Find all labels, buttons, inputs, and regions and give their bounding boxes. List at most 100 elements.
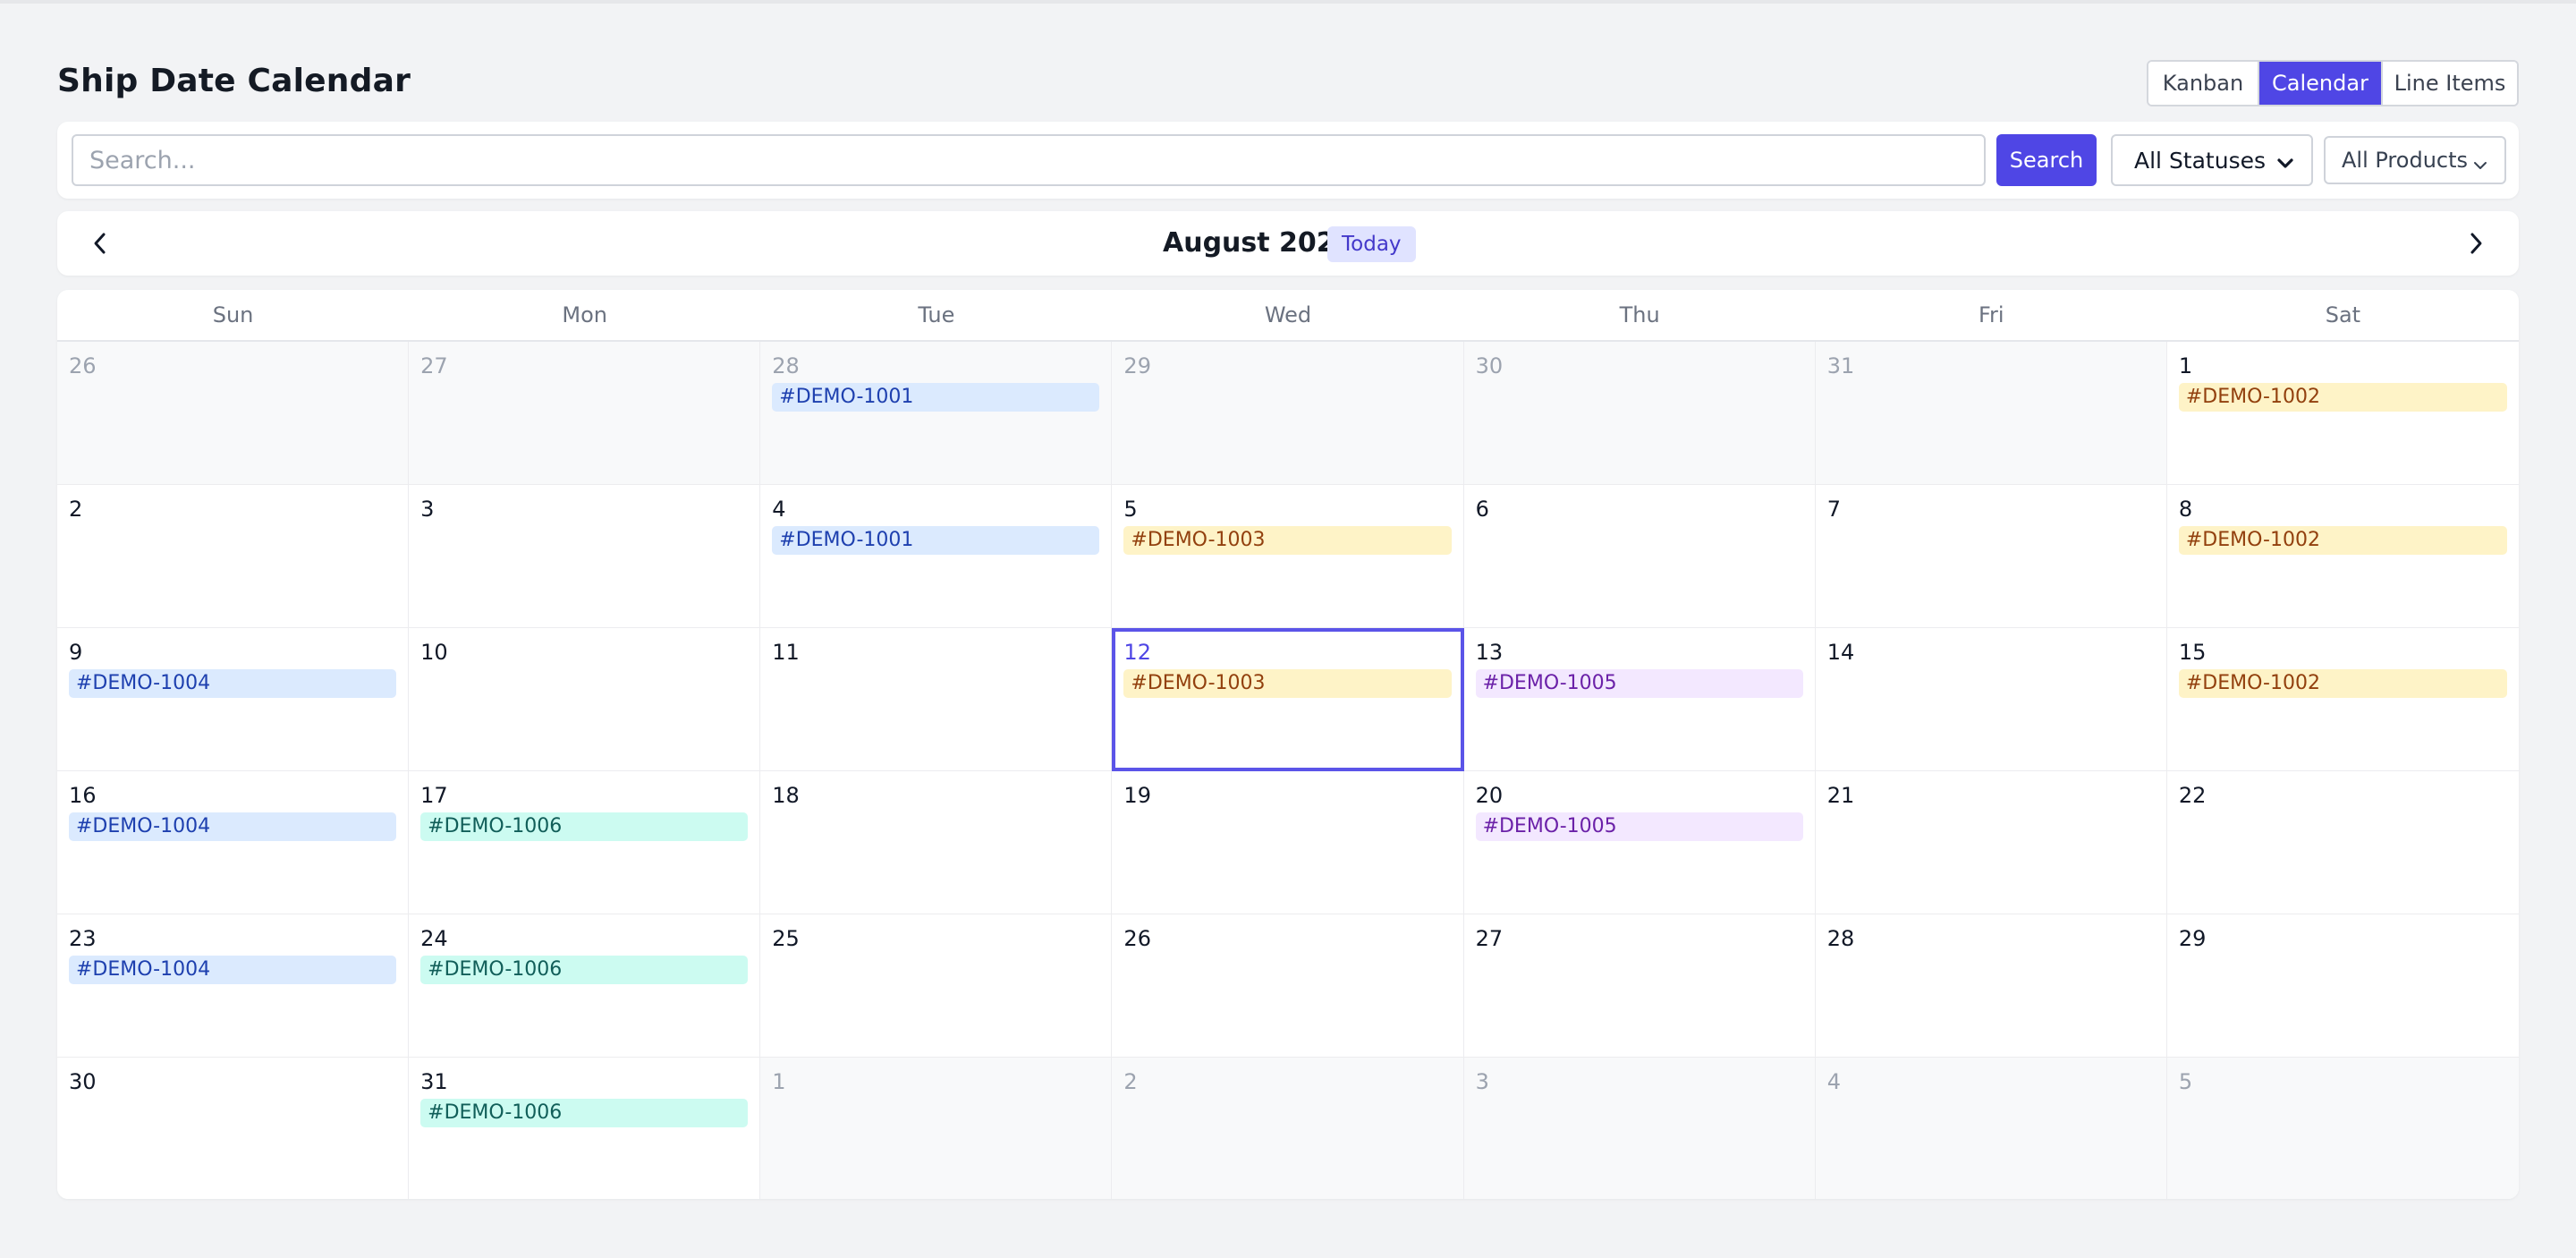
- day-cell[interactable]: 20 #DEMO-1005: [1463, 771, 1816, 914]
- status-filter-value: All Statuses: [2134, 147, 2267, 174]
- day-cell[interactable]: 27: [1463, 914, 1816, 1058]
- weekday-label: Tue: [918, 302, 955, 327]
- weekday-label: Sun: [212, 302, 254, 327]
- day-number: 13: [1475, 640, 1504, 665]
- day-cell[interactable]: 31 #DEMO-1006: [409, 1058, 761, 1199]
- day-cell[interactable]: 21: [1815, 771, 2167, 914]
- day-number: 26: [69, 353, 97, 378]
- day-number: 29: [1123, 353, 1151, 378]
- calendar-grid: Sun Mon Tue Wed Thu Fri Sat 26 27 28 #DEMO-…: [57, 290, 2519, 1199]
- day-cell[interactable]: 28 #DEMO-1001: [760, 342, 1113, 485]
- product-filter-value: All Products: [2342, 148, 2469, 173]
- day-cell[interactable]: 29: [2166, 914, 2519, 1058]
- day-cell[interactable]: 11: [760, 628, 1113, 771]
- day-number: 3: [1475, 1069, 1489, 1094]
- day-cell[interactable]: 16 #DEMO-1004: [57, 771, 410, 914]
- day-number: 12: [1123, 640, 1151, 665]
- day-cell[interactable]: 30: [1463, 342, 1816, 485]
- shipment-event[interactable]: #DEMO-1003: [1123, 669, 1452, 698]
- day-cell[interactable]: 9 #DEMO-1004: [57, 628, 410, 771]
- day-cell[interactable]: 26: [1112, 914, 1464, 1058]
- day-cell[interactable]: 29: [1112, 342, 1464, 485]
- weekday-label: Thu: [1619, 302, 1660, 327]
- day-cell[interactable]: 3: [409, 485, 761, 628]
- weekday-label: Mon: [562, 302, 608, 327]
- shipment-event[interactable]: #DEMO-1004: [69, 669, 397, 698]
- day-cell[interactable]: 7: [1815, 485, 2167, 628]
- day-cell[interactable]: 17 #DEMO-1006: [409, 771, 761, 914]
- day-number: 15: [2178, 640, 2207, 665]
- day-number: 20: [1475, 783, 1504, 808]
- day-number: 2: [69, 497, 83, 522]
- day-cell[interactable]: 23 #DEMO-1004: [57, 914, 410, 1058]
- day-cell-selected[interactable]: 12 #DEMO-1003: [1112, 628, 1464, 771]
- weekday-header: Sun Mon Tue Wed Thu Fri Sat: [57, 290, 2519, 342]
- day-cell[interactable]: 3: [1463, 1058, 1816, 1199]
- chevron-down-icon: [2275, 152, 2295, 178]
- previous-month-button[interactable]: [88, 231, 113, 256]
- line-items-view-button[interactable]: Line Items: [2383, 62, 2517, 105]
- page-title: Ship Date Calendar: [57, 63, 411, 99]
- day-cell[interactable]: 22: [2166, 771, 2519, 914]
- day-cell[interactable]: 1: [760, 1058, 1113, 1199]
- day-number: 16: [69, 783, 97, 808]
- day-cell[interactable]: 27: [409, 342, 761, 485]
- day-cell[interactable]: 26: [57, 342, 410, 485]
- day-cell[interactable]: 18: [760, 771, 1113, 914]
- day-cell[interactable]: 8 #DEMO-1002: [2166, 485, 2519, 628]
- day-number: 14: [1826, 640, 1855, 665]
- shipment-event[interactable]: #DEMO-1002: [2178, 383, 2507, 412]
- day-number: 1: [2178, 353, 2193, 378]
- month-navigation: August 2026 Today: [57, 211, 2519, 276]
- chevron-right-icon: [2470, 233, 2482, 254]
- day-cell[interactable]: 14: [1815, 628, 2167, 771]
- search-input[interactable]: [72, 134, 1986, 186]
- day-number: 27: [1475, 926, 1504, 951]
- shipment-event[interactable]: #DEMO-1006: [420, 1099, 749, 1127]
- day-cell[interactable]: 2: [57, 485, 410, 628]
- kanban-view-button[interactable]: Kanban: [2148, 62, 2259, 105]
- status-filter-select[interactable]: All Statuses: [2111, 134, 2313, 186]
- day-grid: 26 27 28 #DEMO-1001 29 30 31 1 #DEMO-1002 2 3 4 #DEM…: [57, 342, 2519, 1199]
- day-cell[interactable]: 5 #DEMO-1003: [1112, 485, 1464, 628]
- weekday-label: Wed: [1264, 302, 1312, 327]
- day-cell[interactable]: 15 #DEMO-1002: [2166, 628, 2519, 771]
- day-number: 1: [772, 1069, 786, 1094]
- day-cell[interactable]: 2: [1112, 1058, 1464, 1199]
- shipment-event[interactable]: #DEMO-1001: [772, 383, 1100, 412]
- search-button[interactable]: Search: [1996, 134, 2097, 186]
- shipment-event[interactable]: #DEMO-1005: [1475, 812, 1803, 841]
- page-header: Ship Date Calendar Kanban Calendar Line …: [57, 57, 2519, 109]
- day-cell[interactable]: 28: [1815, 914, 2167, 1058]
- day-cell[interactable]: 1 #DEMO-1002: [2166, 342, 2519, 485]
- chevron-left-icon: [94, 233, 106, 254]
- day-cell[interactable]: 24 #DEMO-1006: [409, 914, 761, 1058]
- filter-bar: Search All Statuses All Products: [57, 122, 2519, 199]
- shipment-event[interactable]: #DEMO-1002: [2178, 526, 2507, 555]
- calendar-view-button[interactable]: Calendar: [2259, 62, 2383, 105]
- next-month-button[interactable]: [2463, 231, 2488, 256]
- shipment-event[interactable]: #DEMO-1002: [2178, 669, 2507, 698]
- shipment-event[interactable]: #DEMO-1006: [420, 812, 749, 841]
- top-divider: [0, 0, 2576, 4]
- today-button[interactable]: Today: [1327, 226, 1416, 262]
- day-cell[interactable]: 31: [1815, 342, 2167, 485]
- day-cell[interactable]: 25: [760, 914, 1113, 1058]
- day-number: 19: [1123, 783, 1151, 808]
- shipment-event[interactable]: #DEMO-1004: [69, 956, 397, 984]
- day-cell[interactable]: 4: [1815, 1058, 2167, 1199]
- shipment-event[interactable]: #DEMO-1006: [420, 956, 749, 984]
- product-filter-dropdown[interactable]: All Products: [2324, 136, 2506, 184]
- shipment-event[interactable]: #DEMO-1001: [772, 526, 1100, 555]
- day-cell[interactable]: 30: [57, 1058, 410, 1199]
- day-cell[interactable]: 13 #DEMO-1005: [1463, 628, 1816, 771]
- shipment-event[interactable]: #DEMO-1003: [1123, 526, 1452, 555]
- day-cell[interactable]: 4 #DEMO-1001: [760, 485, 1113, 628]
- shipment-event[interactable]: #DEMO-1004: [69, 812, 397, 841]
- day-cell[interactable]: 19: [1112, 771, 1464, 914]
- day-cell[interactable]: 10: [409, 628, 761, 771]
- shipment-event[interactable]: #DEMO-1005: [1475, 669, 1803, 698]
- day-cell[interactable]: 6: [1463, 485, 1816, 628]
- day-cell[interactable]: 5: [2166, 1058, 2519, 1199]
- day-number: 24: [420, 926, 448, 951]
